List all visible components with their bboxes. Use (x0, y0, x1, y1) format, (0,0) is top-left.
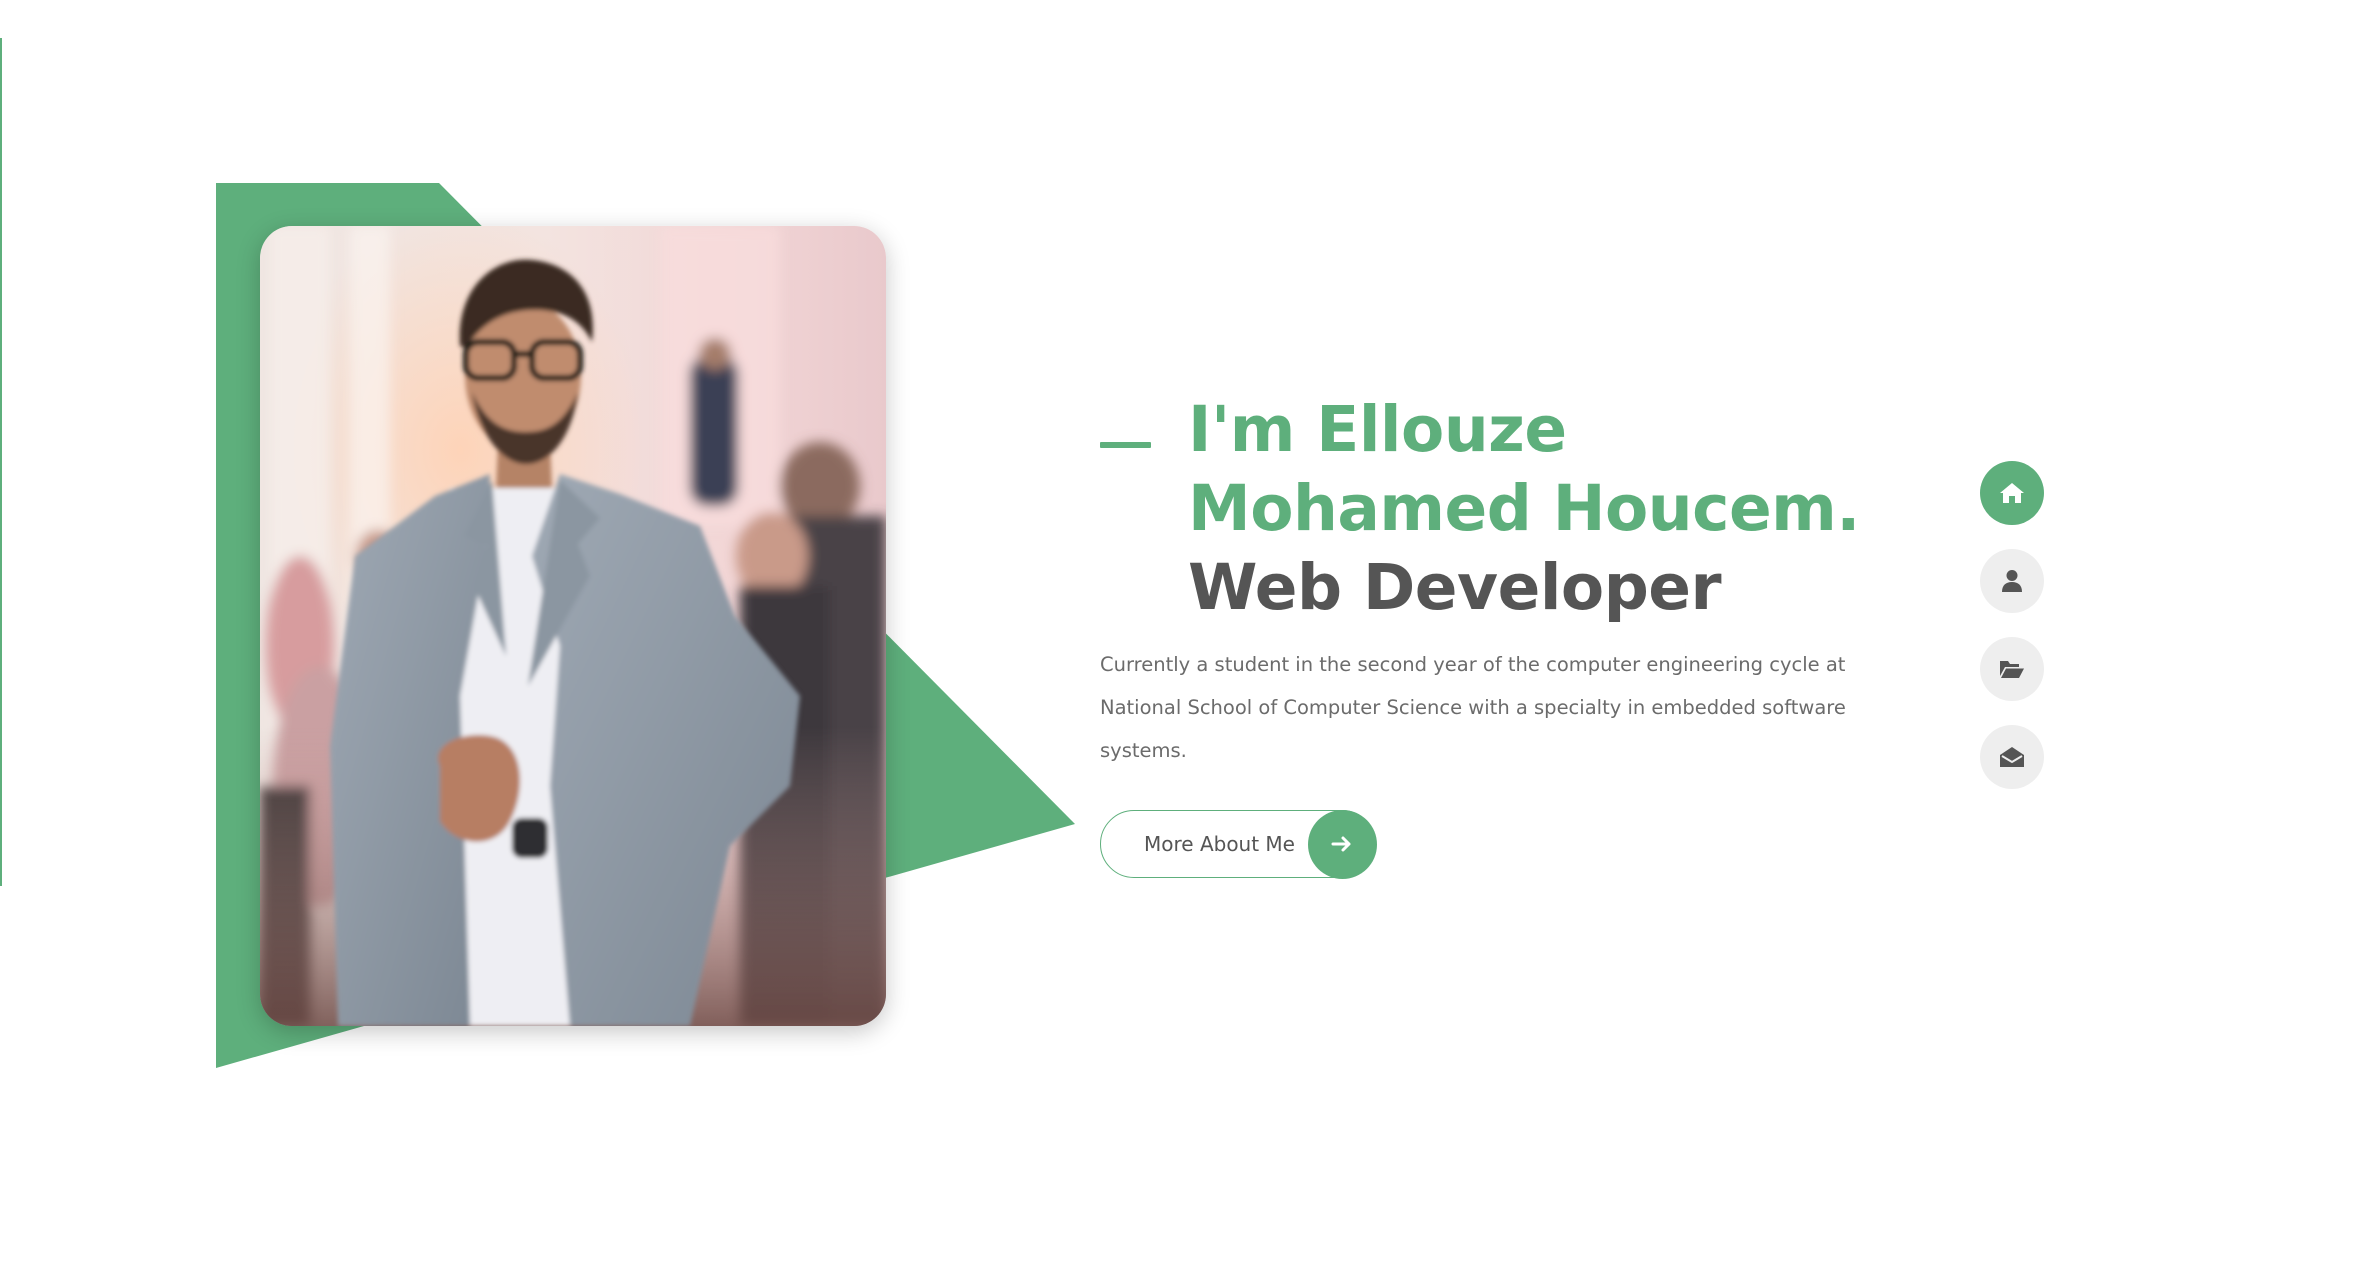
title-line-name: Mohamed Houcem. (1188, 472, 1860, 545)
folder-open-icon (2000, 661, 2024, 678)
nav-contact-button[interactable] (1980, 725, 2044, 789)
profile-photo (260, 226, 886, 1026)
user-icon (2002, 570, 2022, 592)
nav-portfolio-button[interactable] (1980, 637, 2044, 701)
envelope-open-icon (2000, 747, 2024, 767)
title-line-greeting: I'm Ellouze (1188, 393, 1567, 466)
more-about-me-button[interactable]: More About Me (1100, 809, 1377, 879)
home-page: I'm Ellouze Mohamed Houcem. Web Develope… (0, 0, 2368, 1288)
home-icon (2000, 483, 2024, 503)
hero-title: I'm Ellouze Mohamed Houcem. Web Develope… (1188, 390, 1908, 627)
title-accent-dash (1100, 442, 1151, 448)
intro-paragraph: Currently a student in the second year o… (1100, 653, 1846, 762)
nav-home-button[interactable] (1980, 461, 2044, 525)
more-about-me-label: More About Me (1144, 832, 1295, 856)
arrow-right-icon (1307, 809, 1377, 879)
title-line-role: Web Developer (1188, 551, 1722, 624)
nav-about-button[interactable] (1980, 549, 2044, 613)
